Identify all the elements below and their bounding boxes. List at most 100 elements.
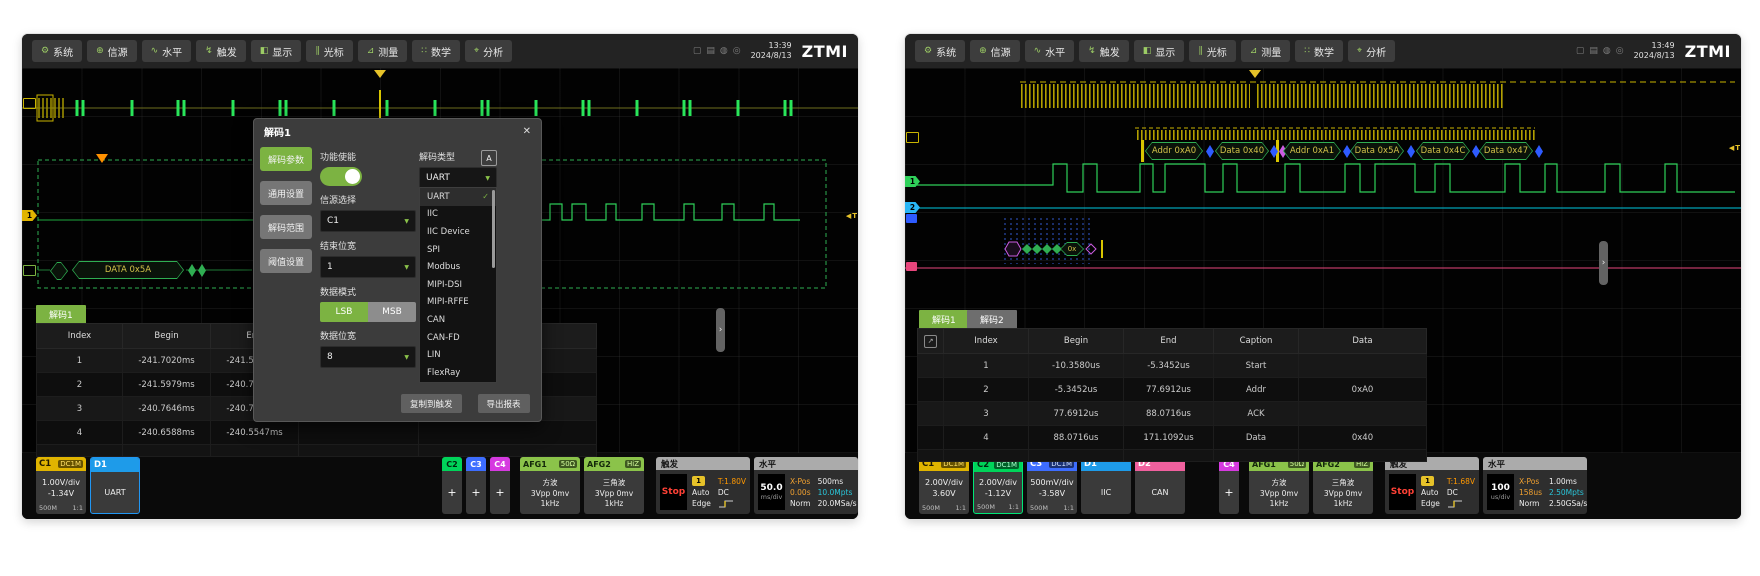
timebase-scale: 50.0	[760, 483, 782, 493]
table-row[interactable]: 4-240.6588ms-240.5547ms	[37, 421, 597, 445]
option-mipi-rffe[interactable]: MIPI-RFFE	[420, 294, 496, 312]
keyboard-button[interactable]: A	[481, 150, 497, 166]
option-mipi-dsi[interactable]: MIPI-DSI	[420, 276, 496, 294]
horizontal-section[interactable]: 水平 50.0ms/div X-Pos500ms 0.00s10.0Mpts N…	[754, 457, 858, 514]
tab-decode-params[interactable]: 解码参数	[260, 147, 312, 171]
channel-chip-d2[interactable]: D2 CAN	[1135, 457, 1185, 514]
option-uart[interactable]: UART✓	[420, 188, 496, 206]
tab-general-settings[interactable]: 通用设置	[260, 181, 312, 205]
menu-item-math[interactable]: ∷数学	[412, 40, 460, 62]
menu-label: 水平	[162, 44, 182, 59]
menu-label: 光标	[324, 44, 344, 59]
tab-threshold-settings[interactable]: 阈值设置	[260, 249, 312, 273]
channel-chip-c1[interactable]: C1DC1M 2.00V/div3.60V 500M1:1	[919, 457, 969, 514]
channel-chip-c2[interactable]: C2DC1M 2.00V/div-1.12V 500M1:1	[973, 457, 1023, 514]
gear-icon: ⚙	[924, 46, 932, 56]
table-header: ↗ IndexBeginEndCaptionData	[918, 329, 1427, 354]
table-row[interactable]: 2-5.3452us77.6912usAddr0xA0	[918, 378, 1427, 402]
menu-item-horizontal[interactable]: ∿水平	[1025, 40, 1075, 62]
plus-icon: +	[442, 471, 462, 514]
coupling-badge: DC1M	[58, 460, 83, 468]
tab-decode-range[interactable]: 解码范围	[260, 215, 312, 239]
option-iic[interactable]: IIC	[420, 206, 496, 224]
close-icon[interactable]: ✕	[523, 126, 531, 137]
brand-logo: ZTMI	[802, 42, 848, 61]
trigger-level-tag: ◀T	[846, 212, 857, 220]
afg2-chip[interactable]: AFG2HiZ 三角波3Vpp 0mv1kHz	[1313, 457, 1373, 514]
plus-icon: +	[490, 471, 510, 514]
menu-item-trigger[interactable]: ↯触发	[1079, 40, 1129, 62]
enable-toggle[interactable]	[320, 167, 362, 186]
side-panel-handle[interactable]: ›	[1599, 241, 1608, 285]
channel-chip-c4-collapsed[interactable]: C4 +	[1219, 457, 1239, 514]
menu-item-horizontal[interactable]: ∿水平	[142, 40, 192, 62]
trigger-section[interactable]: 触发 Stop 1T:1.80V AutoDC Edge	[656, 457, 750, 514]
option-iic-device[interactable]: IIC Device	[420, 223, 496, 241]
system-status-icons: ▢▤◍◎	[693, 46, 741, 56]
waveform-screen-right: 1 2 Addr 0xA0 Data 0x40 Addr 0xA1 Data 0…	[905, 68, 1741, 453]
table-row[interactable]: 1-10.3580us-5.3452usStart	[918, 354, 1427, 378]
decode-type-select[interactable]: UART▼	[419, 167, 497, 189]
menu-item-analyze[interactable]: ⌖分析	[465, 40, 512, 62]
menu-item-display[interactable]: ◧显示	[1134, 40, 1185, 62]
decode1-table-tab[interactable]: 解码1	[919, 310, 969, 328]
math-icon: ∷	[1304, 46, 1310, 56]
option-can-fd[interactable]: CAN-FD	[420, 329, 496, 347]
storage-icon: ▤	[706, 46, 715, 56]
table-row[interactable]: 377.6912us88.0716usACK	[918, 402, 1427, 426]
horizontal-section[interactable]: 水平 100us/div X-Pos1.00ms 158us2.50Mpts N…	[1483, 457, 1587, 514]
export-table-icon[interactable]: ↗	[924, 335, 937, 348]
menu-item-source[interactable]: ⊕信源	[970, 40, 1020, 62]
lsb-button[interactable]: LSB	[320, 302, 368, 322]
table-row-partial	[37, 445, 597, 457]
stopbits-select[interactable]: 1▼	[320, 256, 416, 278]
channel-chip-d1[interactable]: D1 UART	[90, 457, 140, 514]
menu-item-cursor[interactable]: ∥光标	[306, 40, 353, 62]
table-row-partial	[918, 450, 1427, 462]
screen-icon: ▢	[693, 46, 702, 56]
dropdown-scrollbar[interactable]	[492, 190, 495, 268]
databits-select[interactable]: 8▼	[320, 346, 416, 368]
clock: 13:492024/8/13	[1634, 41, 1675, 62]
channel-chip-c3[interactable]: C3DC1M 500mV/div-3.58V 500M1:1	[1027, 457, 1077, 514]
option-can[interactable]: CAN	[420, 311, 496, 329]
menu-item-cursor[interactable]: ∥光标	[1189, 40, 1236, 62]
option-spi[interactable]: SPI	[420, 241, 496, 259]
menu-item-measure[interactable]: ⊿测量	[358, 40, 408, 62]
channel-chip-c4-collapsed[interactable]: C4 +	[490, 457, 510, 514]
menu-item-measure[interactable]: ⊿测量	[1241, 40, 1291, 62]
trigger-section[interactable]: 触发 Stop 1T:1.68V AutoDC Edge	[1385, 457, 1479, 514]
menu-item-analyze[interactable]: ⌖分析	[1348, 40, 1395, 62]
channel-chip-d1[interactable]: D1 IIC	[1081, 457, 1131, 514]
decode-dialog: 解码1 ✕ 解码参数 通用设置 解码范围 阈值设置 功能使能 信源选择 C1▼ …	[253, 118, 542, 422]
menu-item-display[interactable]: ◧显示	[251, 40, 302, 62]
afg1-chip[interactable]: AFG150Ω 方波3Vpp 0mv1kHz	[520, 457, 580, 514]
export-report-button[interactable]: 导出报表	[478, 394, 530, 413]
side-panel-handle[interactable]: ›	[716, 308, 725, 352]
decode2-table-tab[interactable]: 解码2	[967, 310, 1017, 328]
menu-label: 测量	[1261, 44, 1281, 59]
source-select[interactable]: C1▼	[320, 210, 416, 232]
channel-chip-c2-collapsed[interactable]: C2 +	[442, 457, 462, 514]
decode-bubble-addr: Addr 0xA0	[1145, 142, 1203, 160]
touch-icon: ◎	[733, 46, 741, 56]
menu-item-source[interactable]: ⊕信源	[87, 40, 137, 62]
msb-button[interactable]: MSB	[368, 302, 416, 322]
menu-item-trigger[interactable]: ↯触发	[196, 40, 246, 62]
measure-icon: ⊿	[367, 46, 375, 56]
option-modbus[interactable]: Modbus	[420, 258, 496, 276]
option-lin[interactable]: LIN	[420, 346, 496, 364]
table-row[interactable]: 488.0716us171.1092usData0x40	[918, 426, 1427, 450]
copy-to-trigger-button[interactable]: 复制到触发	[401, 394, 462, 413]
decode-bubble-data: Data 0x4C	[1416, 142, 1470, 160]
channel-chip-c1[interactable]: C1DC1M 1.00V/div-1.34V 500M1:1	[36, 457, 86, 514]
menu-label: 显示	[1155, 44, 1175, 59]
decode-table-tab[interactable]: 解码1	[36, 305, 86, 323]
option-flexray[interactable]: FlexRay	[420, 364, 496, 382]
menu-item-math[interactable]: ∷数学	[1295, 40, 1343, 62]
afg1-chip[interactable]: AFG150Ω 方波3Vpp 0mv1kHz	[1249, 457, 1309, 514]
menu-item-system[interactable]: ⚙系统	[32, 40, 82, 62]
datamode-segment: LSB MSB	[320, 302, 416, 322]
channel-chip-c3-collapsed[interactable]: C3 +	[466, 457, 486, 514]
afg2-chip[interactable]: AFG2HiZ 三角波3Vpp 0mv1kHz	[584, 457, 644, 514]
